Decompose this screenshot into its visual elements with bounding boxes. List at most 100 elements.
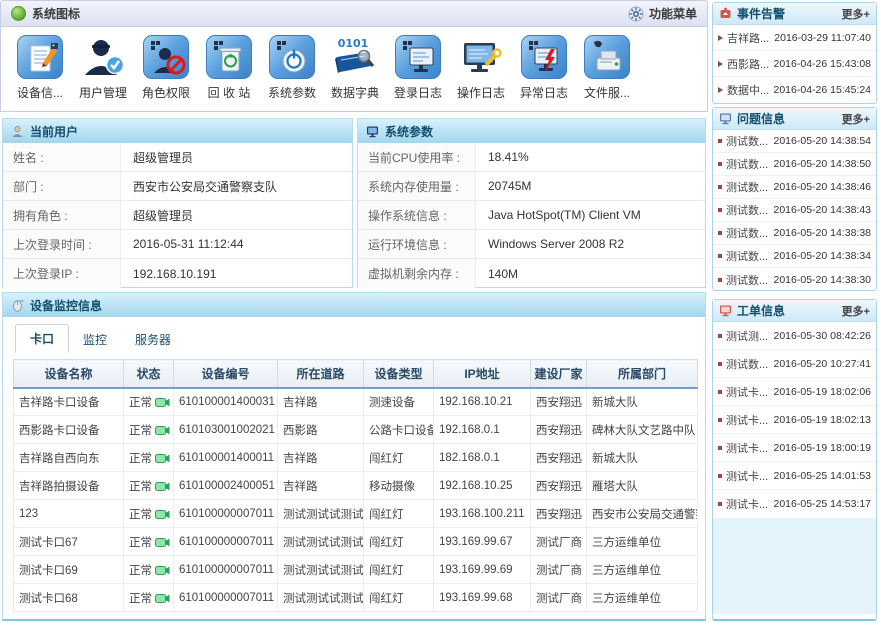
tab-surveillance[interactable]: 监控: [69, 326, 121, 353]
list-item[interactable]: 测试卡...2016-05-19 18:02:13: [713, 406, 876, 434]
list-item[interactable]: 测试卡...2016-05-19 18:00:19: [713, 434, 876, 462]
list-item[interactable]: 数据中...2016-04-26 15:45:24: [713, 77, 876, 103]
bullet-icon: [718, 418, 722, 422]
toolbar-item-label: 数据字典: [331, 84, 379, 101]
alarm-icon: [719, 7, 732, 20]
list-item[interactable]: 测试数...2016-05-20 14:38:34: [713, 245, 876, 268]
field-label: 当前CPU使用率 :: [358, 143, 476, 171]
camera-icon: [155, 509, 170, 520]
toolbar-item-data-dictionary[interactable]: 0101 数据字典: [326, 35, 384, 101]
device-table: 设备名称 状态 设备编号 所在道路 设备类型 IP地址 建设厂家 所属部门 吉祥…: [13, 359, 698, 612]
panel-title: 工单信息: [737, 302, 785, 319]
field-label: 姓名 :: [3, 143, 121, 171]
field-value: 西安市公安局交通警察支队: [121, 172, 352, 200]
toolbar-item-error-log[interactable]: 异常日志: [515, 35, 573, 101]
toolbar-item-user-management[interactable]: 用户管理: [74, 35, 132, 101]
field-value: Windows Server 2008 R2: [476, 230, 705, 258]
toolbar-item-file-server[interactable]: 文件服...: [578, 35, 636, 101]
panel-title: 问题信息: [737, 110, 785, 127]
col-header: 设备名称: [14, 360, 124, 388]
toolbar-item-recycle-bin[interactable]: 回 收 站: [200, 35, 258, 101]
bullet-icon: [718, 139, 722, 143]
more-link[interactable]: 更多+: [842, 6, 870, 22]
error-log-icon: [521, 35, 567, 79]
field-label: 拥有角色 :: [3, 201, 121, 229]
table-row[interactable]: 吉祥路卡口设备 正常 610100001400031 吉祥路 测速设备 192.…: [14, 388, 698, 416]
bullet-icon: [718, 362, 722, 366]
list-item[interactable]: 测试数...2016-05-20 14:38:30: [713, 268, 876, 291]
table-row[interactable]: 123 正常 610100000007011 测试测试试测试1录 闯红灯 193…: [14, 500, 698, 528]
problem-info-panel: 问题信息 更多+ 测试数...2016-05-20 14:38:54 测试数..…: [712, 107, 877, 291]
more-link[interactable]: 更多+: [842, 111, 870, 127]
field-value: 2016-05-31 11:12:44: [121, 230, 352, 258]
list-item[interactable]: 西影路...2016-04-26 15:43:08: [713, 51, 876, 77]
toolbar-item-label: 角色权限: [142, 84, 190, 101]
operation-log-icon: [458, 35, 504, 79]
list-item[interactable]: 吉祥路...2016-03-29 11:07:40: [713, 25, 876, 51]
recycle-bin-icon: [206, 35, 252, 79]
field-value: 192.168.10.191: [121, 259, 352, 288]
bullet-icon: [718, 231, 722, 235]
table-row[interactable]: 测试卡口69 正常 610100000007011 测试测试试测试1录 闯红灯 …: [14, 556, 698, 584]
device-monitor-header: 设备监控信息: [3, 293, 705, 317]
bullet-icon: [718, 61, 723, 67]
table-row[interactable]: 西影路卡口设备 正常 610103001002021 西影路 公路卡口设备 19…: [14, 416, 698, 444]
field-label: 上次登录IP :: [3, 259, 121, 288]
list-item[interactable]: 测试卡...2016-05-25 14:01:53: [713, 462, 876, 490]
list-item[interactable]: 测试卡...2016-05-19 18:02:06: [713, 378, 876, 406]
list-item[interactable]: 测试测...2016-05-30 08:42:26: [713, 322, 876, 350]
bullet-icon: [718, 185, 722, 189]
toolbar-item-label: 操作日志: [457, 84, 505, 101]
toolbar-item-label: 设备信...: [17, 84, 63, 101]
device-monitor-panel: 设备监控信息 卡口 监控 服务器 设备名称 状态 设备编号 所在道路 设备类型 …: [2, 292, 706, 621]
table-row[interactable]: 吉祥路自西向东 正常 610100001400011 吉祥路 闯红灯 182.1…: [14, 444, 698, 472]
device-code: 610100002400051: [174, 472, 278, 500]
icon-toolbar: 设备信... 用户管理 角色权限 回 收 站: [1, 27, 707, 101]
toolbar-item-login-log[interactable]: 登录日志: [389, 35, 447, 101]
toolbar-item-device-info[interactable]: 设备信...: [11, 35, 69, 101]
bullet-icon: [718, 334, 722, 338]
col-header: 所属部门: [587, 360, 698, 388]
toolbar-item-role-permission[interactable]: 角色权限: [137, 35, 195, 101]
list-item[interactable]: 测试数...2016-05-20 10:27:41: [713, 350, 876, 378]
table-row[interactable]: 测试卡口67 正常 610100000007011 测试测试试测试1录 闯红灯 …: [14, 528, 698, 556]
role-permission-icon: [143, 35, 189, 79]
dashboard-screen: 系统图标 功能菜单 设备信... 用户管理: [0, 0, 880, 623]
field-value: 20745M: [476, 172, 705, 200]
list-item[interactable]: 测试数...2016-05-20 14:38:38: [713, 222, 876, 245]
tab-bayonet[interactable]: 卡口: [15, 324, 69, 353]
system-icons-window: 系统图标 功能菜单 设备信... 用户管理: [0, 0, 708, 112]
bullet-icon: [718, 474, 722, 478]
problem-monitor-icon: [719, 112, 732, 125]
toolbar-item-system-params[interactable]: 系统参数: [263, 35, 321, 101]
status-badge: 正常: [129, 481, 152, 493]
camera-icon: [155, 593, 170, 604]
toolbar-item-label: 文件服...: [584, 84, 630, 101]
bullet-icon: [718, 162, 722, 166]
file-server-icon: [584, 35, 630, 79]
table-row[interactable]: 吉祥路拍摄设备 正常 610100002400051 吉祥路 移动摄像 192.…: [14, 472, 698, 500]
toolbar-item-operation-log[interactable]: 操作日志: [452, 35, 510, 101]
work-order-panel: 工单信息 更多+ 测试测...2016-05-30 08:42:26 测试数..…: [712, 299, 877, 621]
device-tabs: 卡口 监控 服务器: [3, 317, 705, 353]
function-menu-button[interactable]: 功能菜单: [628, 5, 697, 22]
col-header: 建设厂家: [531, 360, 587, 388]
list-item[interactable]: 测试数...2016-05-20 14:38:50: [713, 153, 876, 176]
status-badge: 正常: [129, 453, 152, 465]
toolbar-item-label: 用户管理: [79, 84, 127, 101]
bullet-icon: [718, 390, 722, 394]
list-item[interactable]: 测试数...2016-05-20 14:38:54: [713, 130, 876, 153]
monitor-icon: [366, 125, 379, 138]
data-dictionary-icon: 0101: [332, 35, 378, 79]
tab-server[interactable]: 服务器: [121, 326, 185, 353]
user-management-icon: [80, 35, 126, 79]
list-item[interactable]: 测试数...2016-05-20 14:38:46: [713, 176, 876, 199]
list-item[interactable]: 测试数...2016-05-20 14:38:43: [713, 199, 876, 222]
field-label: 系统内存使用量 :: [358, 172, 476, 200]
status-badge: 正常: [129, 425, 152, 437]
table-row[interactable]: 测试卡口68 正常 610100000007011 测试测试试测试1录 闯红灯 …: [14, 584, 698, 612]
list-item[interactable]: 测试卡...2016-05-25 14:53:17: [713, 490, 876, 518]
col-header: IP地址: [434, 360, 531, 388]
more-link[interactable]: 更多+: [842, 303, 870, 319]
col-header: 设备类型: [364, 360, 434, 388]
